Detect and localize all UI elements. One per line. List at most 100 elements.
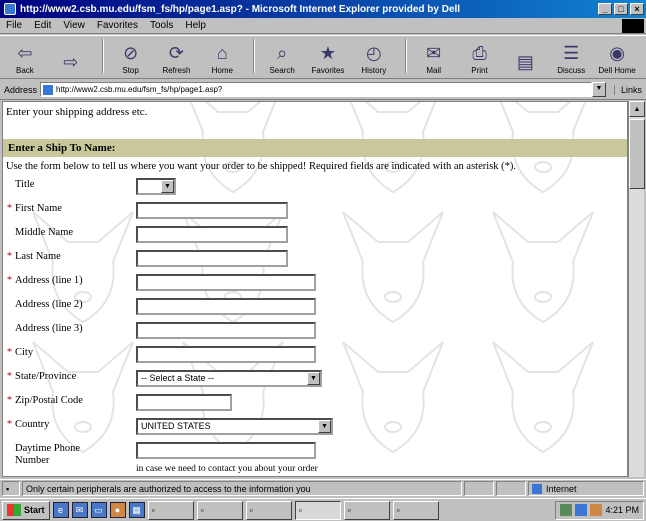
required-asterisk: * (7, 371, 12, 382)
daytime-phone-number-input[interactable] (136, 442, 316, 459)
back-arrow-button[interactable]: ⇦ Back (4, 42, 46, 76)
tray-icon[interactable] (560, 504, 573, 516)
task-button-active[interactable]: ▫ (294, 500, 341, 520)
stop-button[interactable]: ⊘ Stop (110, 42, 152, 76)
field-label-state-province: State/Province (15, 371, 77, 382)
history-icon: ◴ (365, 42, 382, 63)
taskbar: Start e ✉ ▭ ● ▦ ▫ ▫ ▫ ▫ ▫ ▫ 4:21 PM (0, 498, 646, 521)
field-label-first-name: First Name (15, 203, 62, 214)
status-empty-cell (496, 481, 526, 496)
toolbar-button-label: Favorites (311, 66, 345, 75)
discuss-button[interactable]: ☰ Discuss (550, 42, 592, 76)
last-name-input[interactable] (136, 250, 288, 267)
system-tray: 4:21 PM (555, 500, 644, 520)
quicklaunch-desktop-icon[interactable]: ▭ (90, 502, 107, 518)
quicklaunch-ie-icon[interactable]: e (52, 502, 69, 518)
status-zone-label: Internet (546, 483, 577, 494)
field-label-last-name: Last Name (15, 251, 61, 262)
menu-edit[interactable]: Edit (34, 20, 51, 31)
form-row-title: Title ▼ (3, 178, 623, 198)
required-asterisk: * (7, 347, 12, 358)
task-button[interactable]: ▫ (392, 500, 439, 520)
toolbar-button-label: Dell Home (598, 66, 636, 75)
first-name-input[interactable] (136, 202, 288, 219)
edit-button[interactable]: ▤ (504, 51, 546, 75)
toolbar: ⇦ Back ⇨ ⊘ Stop ⟳ Refresh ⌂ Home ⌕ Search ★ Favorite… (0, 35, 646, 79)
close-button[interactable]: × (630, 3, 644, 15)
address-input[interactable]: http://www2.csb.mu.edu/fsm_fs/hp/page1.a… (40, 82, 592, 97)
dell-home-button[interactable]: ◉ Dell Home (596, 42, 638, 76)
field-label-title: Title (15, 179, 35, 190)
chevron-down-icon[interactable]: ▼ (307, 372, 320, 385)
city-input[interactable] (136, 346, 316, 363)
toolbar-button-label: Print (471, 66, 488, 75)
menu-tools[interactable]: Tools (150, 20, 173, 31)
quicklaunch-media-icon[interactable]: ● (109, 502, 126, 518)
address-line-1-input[interactable] (136, 274, 316, 291)
history-button[interactable]: ◴ History (353, 42, 395, 76)
scroll-thumb[interactable] (629, 119, 645, 189)
scroll-up-button[interactable]: ▲ (629, 101, 645, 117)
form-row-state-province: * State/Province -- Select a State -- ▼ (3, 370, 623, 390)
toolbar-button-label: History (361, 66, 387, 75)
status-page-icon: ▪ (2, 481, 20, 496)
address-dropdown-button[interactable]: ▼ (591, 82, 606, 97)
start-button[interactable]: Start (2, 500, 50, 520)
chevron-down-icon[interactable]: ▼ (161, 180, 174, 193)
address-url: http://www2.csb.mu.edu/fsm_fs/hp/page1.a… (56, 85, 223, 94)
toolbar-button-label: Stop (122, 66, 139, 75)
form-row-address-line-3: Address (line 3) (3, 322, 623, 342)
menu-favorites[interactable]: Favorites (97, 20, 138, 31)
refresh-button[interactable]: ⟳ Refresh (156, 42, 198, 76)
home-button[interactable]: ⌂ Home (201, 42, 243, 76)
required-asterisk: * (7, 395, 12, 406)
tray-icon[interactable] (590, 504, 603, 516)
minimize-button[interactable]: _ (598, 3, 612, 15)
state-province-selected-value: -- Select a State -- (141, 373, 215, 383)
task-button[interactable]: ▫ (343, 500, 390, 520)
menu-file[interactable]: File (6, 20, 22, 31)
search-button[interactable]: ⌕ Search (261, 42, 303, 76)
back-arrow-icon: ⇦ (17, 42, 33, 63)
zip-postal-code-input[interactable] (136, 394, 232, 411)
forward-arrow-button[interactable]: ⇨ (50, 51, 92, 75)
favorites-button[interactable]: ★ Favorites (307, 42, 349, 76)
quicklaunch-channel-icon[interactable]: ▦ (128, 502, 145, 518)
ie-icon (4, 3, 16, 15)
address-line-3-input[interactable] (136, 322, 316, 339)
intro-text: Enter your shipping address etc. (6, 106, 148, 118)
task-button[interactable]: ▫ (147, 500, 194, 520)
page-content: Enter your shipping address etc. Enter a… (2, 101, 628, 477)
links-button[interactable]: Links (613, 84, 642, 95)
statusbar: ▪ Only certain peripherals are authorize… (0, 479, 646, 497)
address-line-2-input[interactable] (136, 298, 316, 315)
start-label: Start (24, 505, 45, 515)
form-row-zip-postal-code: * Zip/Postal Code (3, 394, 623, 414)
form-instructions: Use the form below to tell us where you … (6, 161, 516, 172)
favorites-icon: ★ (319, 42, 337, 63)
chevron-down-icon[interactable]: ▼ (318, 420, 331, 433)
field-label-zip-postal-code: Zip/Postal Code (15, 395, 83, 406)
vertical-scrollbar[interactable]: ▲ (628, 101, 645, 477)
task-button[interactable]: ▫ (245, 500, 292, 520)
mail-button[interactable]: ✉ Mail (413, 42, 455, 76)
refresh-icon: ⟳ (168, 42, 184, 63)
address-bar: Address http://www2.csb.mu.edu/fsm_fs/hp… (0, 80, 646, 100)
title-select[interactable]: ▼ (136, 178, 176, 195)
country-select[interactable]: UNITED STATES ▼ (136, 418, 333, 435)
toolbar-button-label: Refresh (162, 66, 191, 75)
tray-icon[interactable] (575, 504, 588, 516)
task-button[interactable]: ▫ (196, 500, 243, 520)
window-titlebar[interactable]: http://www2.csb.mu.edu/fsm_fs/hp/page1.a… (0, 0, 646, 18)
edit-icon: ▤ (516, 51, 534, 72)
menu-help[interactable]: Help (185, 20, 206, 31)
quicklaunch-outlook-icon[interactable]: ✉ (71, 502, 88, 518)
required-asterisk: * (7, 251, 12, 262)
form-row-country: * Country UNITED STATES ▼ (3, 418, 623, 438)
maximize-button[interactable]: □ (614, 3, 628, 15)
state-province-select[interactable]: -- Select a State -- ▼ (136, 370, 322, 387)
menu-view[interactable]: View (63, 20, 85, 31)
menubar: File Edit View Favorites Tools Help (0, 18, 646, 34)
middle-name-input[interactable] (136, 226, 288, 243)
print-button[interactable]: ⎙ Print (459, 42, 501, 76)
